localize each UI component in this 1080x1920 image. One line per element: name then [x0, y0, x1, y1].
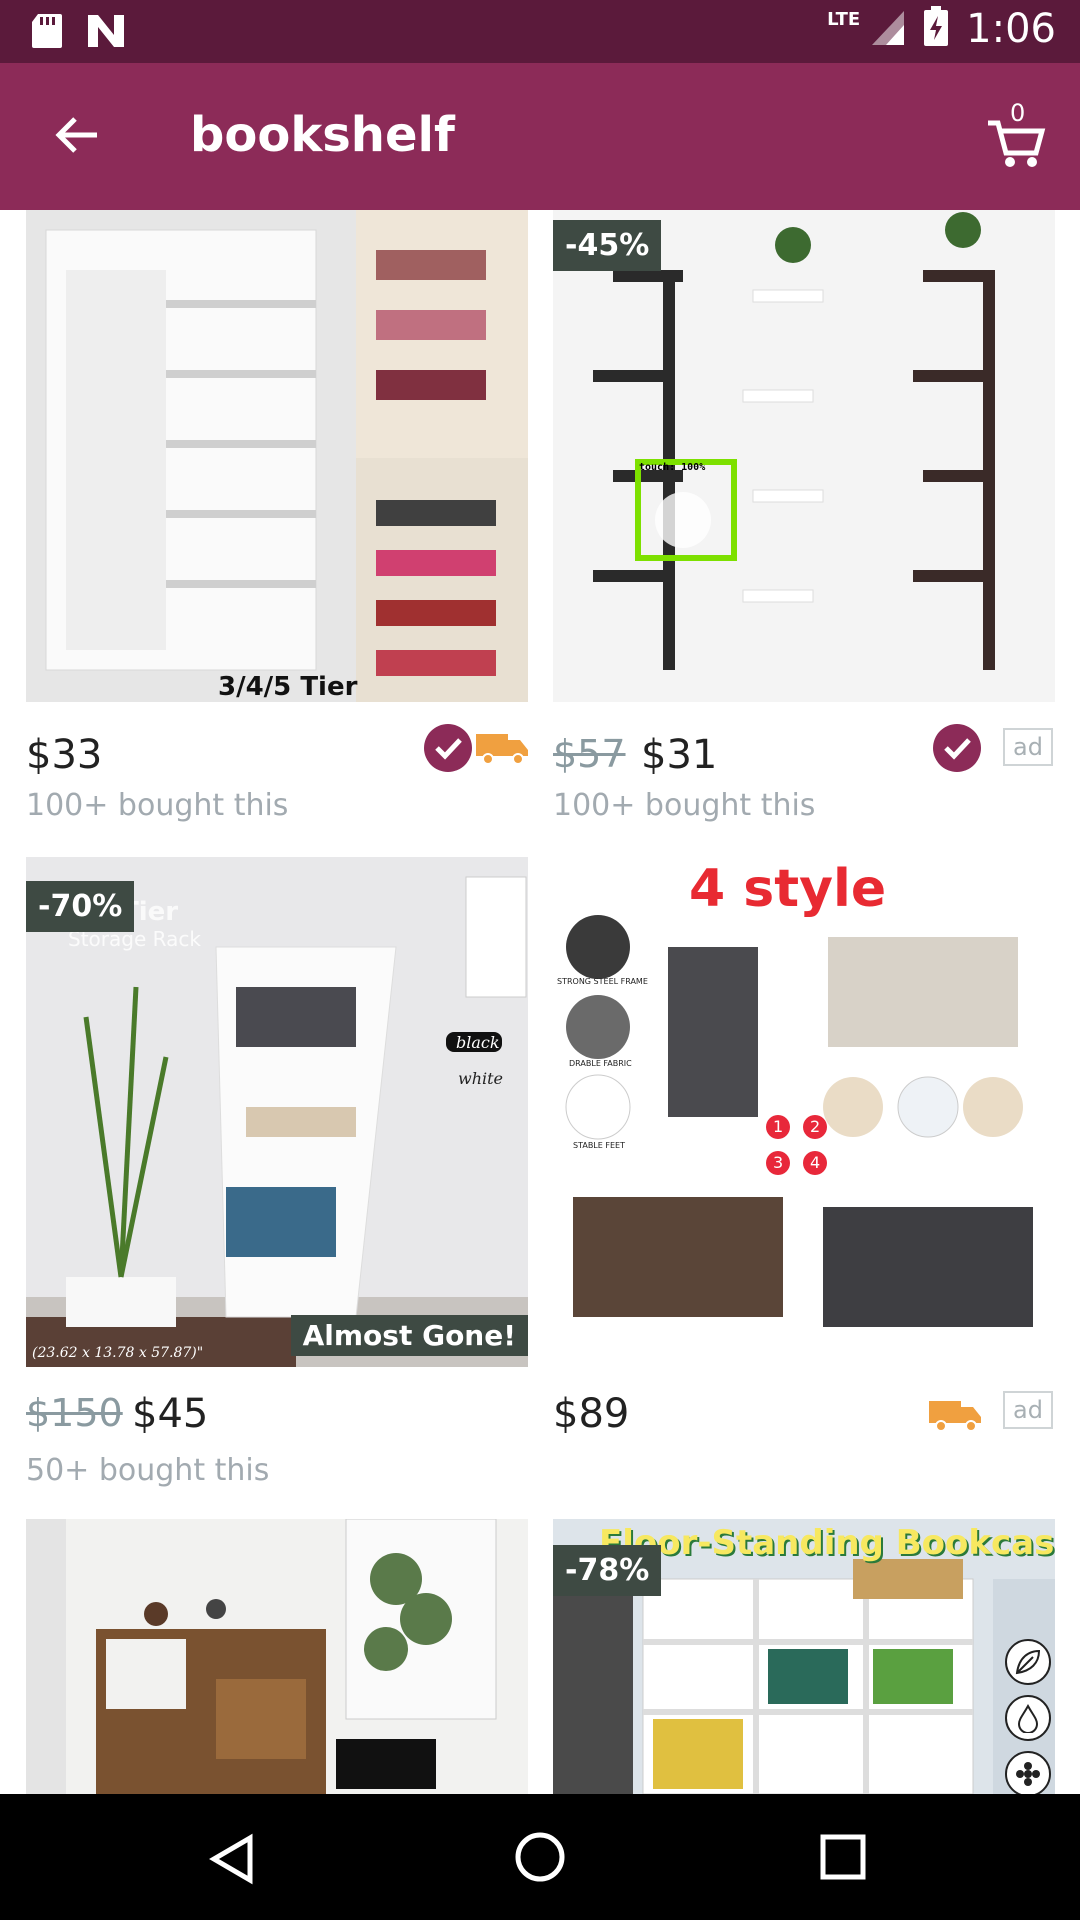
image-size-text: (23.62 x 13.78 x 57.87)" [32, 1345, 204, 1361]
arrow-left-icon [55, 117, 97, 153]
product-image[interactable]: Tier Storage Rack black white (23.62 x 1… [26, 857, 528, 1367]
price-row: $150 $45 [26, 1367, 528, 1447]
product-card[interactable]: Floor-Standing Bookcase -78% [553, 1519, 1055, 1794]
bought-count: 50+ bought this [26, 1453, 270, 1488]
product-card[interactable]: 3/4/5 Tier $33 100+ bought this [26, 210, 528, 823]
flower-icon-button[interactable] [1005, 1751, 1051, 1794]
system-nav-bar [0, 1794, 1080, 1920]
product-image[interactable] [26, 1519, 528, 1794]
image-label-frame: STRONG STEEL FRAME [557, 977, 648, 986]
price: $31 [641, 732, 718, 778]
price: $45 [132, 1391, 209, 1437]
image-number-2: 2 [810, 1117, 821, 1136]
circle-home-icon [515, 1832, 565, 1882]
image-number-4: 4 [810, 1153, 821, 1172]
truck-icon [476, 730, 530, 766]
status-bar: LTE 1:06 [0, 0, 1080, 63]
price-row: $57 $31 ad [553, 702, 1055, 782]
water-drop-icon-button[interactable] [1005, 1695, 1051, 1741]
image-caption: 3/4/5 Tier [218, 672, 358, 702]
leaf-icon-button[interactable] [1005, 1639, 1051, 1685]
triangle-back-icon [209, 1833, 253, 1885]
truck-icon [929, 1397, 983, 1433]
image-number-3: 3 [773, 1153, 784, 1172]
product-image[interactable]: 3/4/5 Tier [26, 210, 528, 702]
ad-label: ad [1003, 728, 1053, 766]
battery-charging-icon [922, 6, 950, 52]
status-time: 1:06 [966, 6, 1056, 52]
bought-count: 100+ bought this [26, 788, 289, 823]
square-recents-icon [820, 1834, 866, 1880]
water-drop-icon [1017, 1703, 1039, 1733]
product-image[interactable]: 4 style STRONG STEEL FRAME DRABLE FABRIC… [553, 857, 1055, 1367]
n-icon [86, 13, 126, 53]
bought-count: 100+ bought this [553, 788, 816, 823]
image-title: Floor-Standing Bookcase [599, 1523, 1055, 1563]
app-bar: bookshelf 0 [0, 63, 1080, 210]
image-text-white: white [458, 1069, 504, 1088]
nav-back-button[interactable] [206, 1832, 260, 1886]
image-title: 4 style [689, 859, 887, 919]
price: $89 [553, 1391, 630, 1437]
nav-home-button[interactable] [513, 1830, 567, 1884]
leaf-icon [1015, 1649, 1041, 1675]
image-label-feet: STABLE FEET [573, 1141, 625, 1150]
sd-card-icon [30, 12, 64, 54]
verified-check-icon [424, 724, 472, 772]
image-label-fabric: DRABLE FABRIC [569, 1059, 632, 1068]
discount-badge: -45% [553, 220, 662, 271]
discount-badge: -78% [553, 1545, 662, 1596]
nav-recents-button[interactable] [818, 1832, 868, 1882]
old-price: $57 [553, 732, 626, 776]
old-price: $150 [26, 1391, 123, 1435]
price: $33 [26, 732, 103, 778]
product-card[interactable]: Tier Storage Rack black white (23.62 x 1… [26, 857, 528, 1488]
cart-count: 0 [1010, 99, 1026, 127]
verified-check-icon [933, 724, 981, 772]
touch-overlay-label: touch: 100% [639, 462, 706, 473]
product-card[interactable]: 4 style STRONG STEEL FRAME DRABLE FABRIC… [553, 857, 1055, 1447]
almost-gone-label: Almost Gone! [290, 1315, 528, 1356]
product-image[interactable]: Floor-Standing Bookcase -78% [553, 1519, 1055, 1794]
price-row: $89 ad [553, 1367, 1055, 1447]
image-text-black: black [456, 1033, 500, 1052]
image-number-1: 1 [773, 1117, 784, 1136]
ad-label: ad [1003, 1391, 1053, 1429]
signal-icon [870, 7, 906, 51]
back-button[interactable] [44, 103, 108, 167]
page-title: bookshelf [190, 107, 455, 163]
product-image[interactable]: touch: 100% -45% [553, 210, 1055, 702]
product-card[interactable] [26, 1519, 528, 1794]
network-type: LTE [827, 8, 861, 30]
discount-badge: -70% [26, 881, 135, 932]
product-card[interactable]: touch: 100% -45% $57 $31 ad 100+ bought … [553, 210, 1055, 823]
price-row: $33 [26, 702, 528, 782]
flower-icon [1016, 1762, 1040, 1786]
